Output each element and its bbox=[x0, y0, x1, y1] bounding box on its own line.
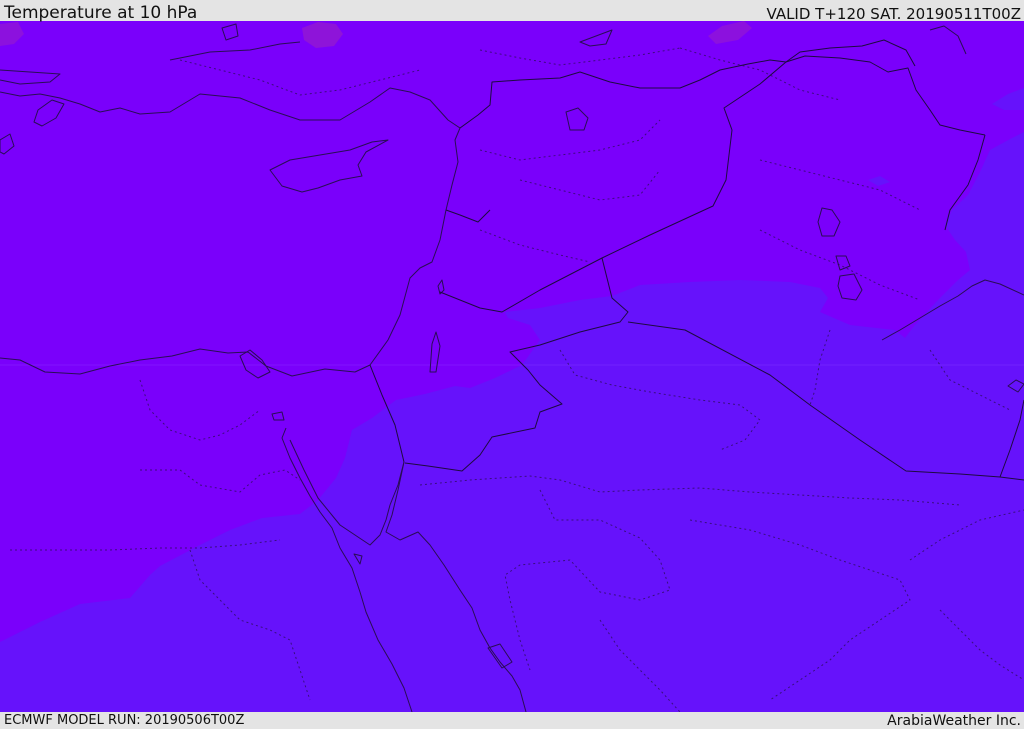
map-canvas[interactable] bbox=[0, 21, 1024, 712]
valid-time-label: VALID T+120 SAT. 20190511T00Z bbox=[766, 5, 1021, 23]
footer-bar: ECMWF MODEL RUN: 20190506T00Z ArabiaWeat… bbox=[0, 712, 1024, 729]
map-title: Temperature at 10 hPa bbox=[4, 3, 198, 23]
header-bar: Temperature at 10 hPa VALID T+120 SAT. 2… bbox=[0, 0, 1024, 23]
model-run-label: ECMWF MODEL RUN: 20190506T00Z bbox=[4, 713, 245, 728]
weather-map-page: Temperature at 10 hPa VALID T+120 SAT. 2… bbox=[0, 0, 1024, 729]
map-area[interactable] bbox=[0, 21, 1024, 712]
credit-label: ArabiaWeather Inc. bbox=[887, 713, 1021, 729]
